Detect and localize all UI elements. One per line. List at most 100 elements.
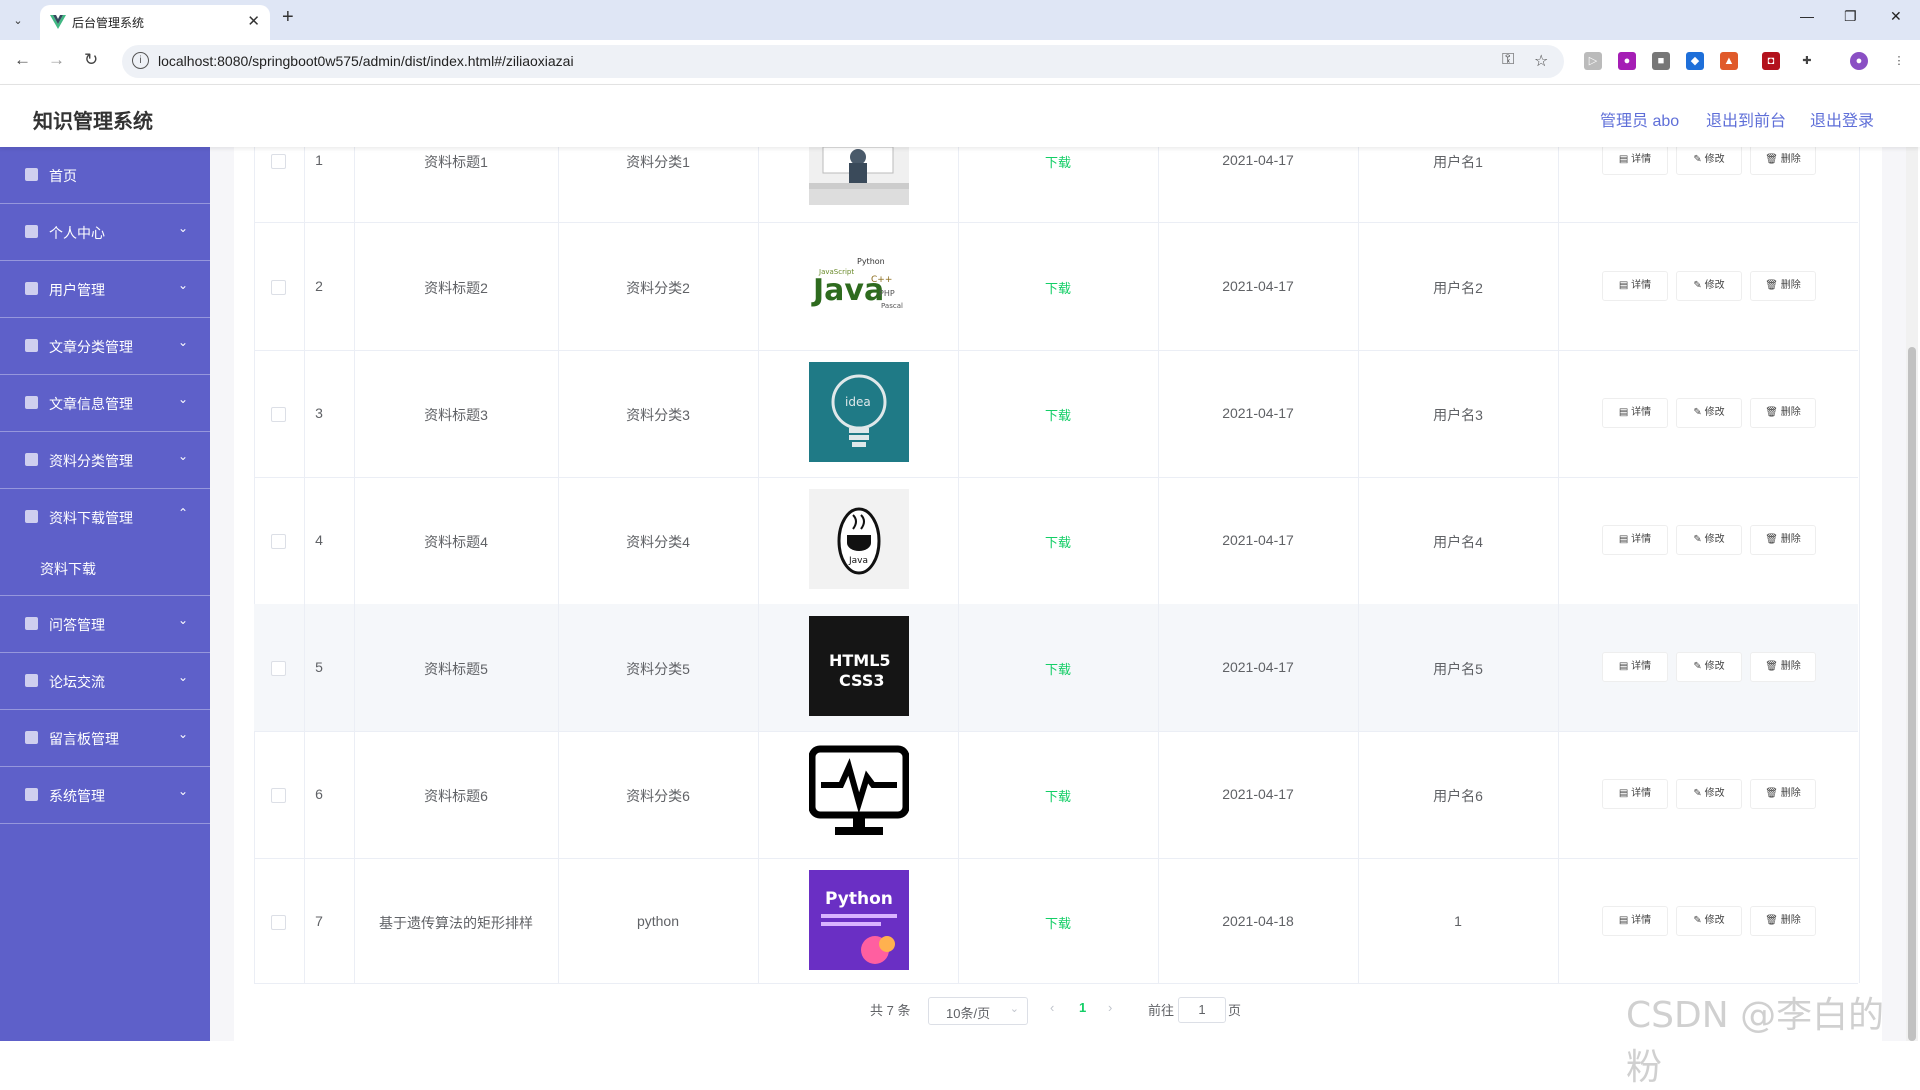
row-user: 用户名4 [1433, 534, 1483, 550]
detail-button[interactable]: ▤ 详情 [1602, 906, 1668, 936]
row-checkbox[interactable] [271, 661, 286, 676]
password-key-icon[interactable]: ⚿ [1502, 51, 1514, 69]
goto-page-input[interactable]: 1 [1178, 997, 1226, 1023]
download-link-text[interactable]: 下载 [1045, 916, 1071, 931]
edit-button[interactable]: ✎ 修改 [1676, 779, 1742, 809]
logout-link[interactable]: 退出登录 [1810, 107, 1874, 131]
extensions-puzzle-icon[interactable]: ✚ [1798, 52, 1816, 70]
download-link-text[interactable]: 下载 [1045, 789, 1071, 804]
detail-button[interactable]: ▤ 详情 [1602, 271, 1668, 301]
detail-button[interactable]: ▤ 详情 [1602, 525, 1668, 555]
sidebar-item-article-category[interactable]: 文章分类管理 ⌄ [0, 318, 210, 375]
profile-avatar-icon[interactable]: ● [1850, 52, 1868, 70]
forward-icon[interactable]: → [48, 50, 65, 70]
row-user: 用户名1 [1433, 154, 1483, 170]
sidebar-item-article-info[interactable]: 文章信息管理 ⌄ [0, 375, 210, 432]
prev-page-icon[interactable]: ‹ [1050, 1000, 1054, 1015]
row-title: 资料标题5 [424, 661, 488, 677]
delete-button-label: 删除 [1780, 280, 1801, 291]
page-size-select[interactable]: 10条/页 ⌄ [928, 997, 1028, 1025]
delete-button[interactable]: 🗑 删除 [1750, 271, 1816, 301]
current-page-number[interactable]: 1 [1079, 1000, 1086, 1015]
page-scrollbar[interactable] [1906, 147, 1918, 1041]
delete-button[interactable]: 🗑 删除 [1750, 652, 1816, 682]
detail-button[interactable]: ▤ 详情 [1602, 145, 1668, 175]
edit-button[interactable]: ✎ 修改 [1676, 398, 1742, 428]
edit-button[interactable]: ✎ 修改 [1676, 525, 1742, 555]
sidebar-item-forum[interactable]: 论坛交流 ⌄ [0, 653, 210, 710]
download-link-text[interactable]: 下载 [1045, 662, 1071, 677]
sidebar-item-home[interactable]: 首页 [0, 147, 210, 204]
tab-close-icon[interactable]: ✕ [247, 12, 260, 30]
row-checkbox[interactable] [271, 915, 286, 930]
row-checkbox[interactable] [271, 280, 286, 295]
download-link-text[interactable]: 下载 [1045, 408, 1071, 423]
download-link-text[interactable]: 下载 [1045, 155, 1071, 170]
delete-button[interactable]: 🗑 删除 [1750, 398, 1816, 428]
download-link[interactable]: 下载 [960, 913, 1156, 932]
site-info-icon[interactable]: i [132, 52, 149, 69]
download-link-text[interactable]: 下载 [1045, 281, 1071, 296]
download-link[interactable]: 下载 [960, 532, 1156, 551]
download-link-text[interactable]: 下载 [1045, 535, 1071, 550]
extension-icon-2[interactable]: ● [1618, 52, 1636, 70]
edit-button[interactable]: ✎ 修改 [1676, 652, 1742, 682]
back-icon[interactable]: ← [14, 50, 31, 70]
download-link[interactable]: 下载 [960, 659, 1156, 678]
submenu-item-download[interactable]: 资料下载 [40, 559, 96, 579]
reload-icon[interactable]: ↻ [84, 50, 98, 70]
extension-icon-4[interactable]: ◆ [1686, 52, 1704, 70]
minimize-icon[interactable]: — [1800, 8, 1814, 24]
extension-icon-3[interactable]: ■ [1652, 52, 1670, 70]
sidebar-item-personal-center[interactable]: 个人中心 ⌄ [0, 204, 210, 261]
detail-button[interactable]: ▤ 详情 [1602, 652, 1668, 682]
delete-icon: 🗑 [1765, 407, 1781, 418]
edit-button[interactable]: ✎ 修改 [1676, 145, 1742, 175]
delete-button[interactable]: 🗑 删除 [1750, 906, 1816, 936]
tab-search-icon[interactable]: ⌄ [6, 8, 30, 32]
sidebar: 首页 个人中心 ⌄ 用户管理 ⌄ 文章分类管理 ⌄ 文章信息管理 ⌄ 资料分类管… [0, 147, 210, 1041]
row-index: 2 [315, 278, 323, 294]
download-link[interactable]: 下载 [960, 405, 1156, 424]
scrollbar-thumb[interactable] [1908, 347, 1916, 1041]
delete-button[interactable]: 🗑 删除 [1750, 779, 1816, 809]
sidebar-item-qa[interactable]: 问答管理 ⌄ [0, 596, 210, 653]
admin-user-link[interactable]: 管理员 abo [1600, 107, 1679, 131]
browser-menu-icon[interactable]: ⋮ [1890, 52, 1908, 70]
restore-icon[interactable]: ❐ [1844, 8, 1857, 25]
bookmark-star-icon[interactable]: ☆ [1534, 51, 1548, 71]
window-close-icon[interactable]: ✕ [1890, 8, 1902, 25]
extension-icon-1[interactable]: ▷ [1584, 52, 1602, 70]
shield-extension-icon[interactable]: ◘ [1762, 52, 1780, 70]
edit-button[interactable]: ✎ 修改 [1676, 906, 1742, 936]
edit-button[interactable]: ✎ 修改 [1676, 271, 1742, 301]
list-icon [25, 674, 38, 687]
delete-button[interactable]: 🗑 删除 [1750, 525, 1816, 555]
new-tab-icon[interactable]: + [282, 6, 294, 29]
row-checkbox[interactable] [271, 534, 286, 549]
detail-button[interactable]: ▤ 详情 [1602, 398, 1668, 428]
delete-button[interactable]: 🗑 删除 [1750, 145, 1816, 175]
sidebar-item-material-category[interactable]: 资料分类管理 ⌄ [0, 432, 210, 489]
sidebar-item-message-board[interactable]: 留言板管理 ⌄ [0, 710, 210, 767]
browser-tab[interactable]: 后台管理系统 ✕ [40, 5, 270, 40]
row-user: 用户名5 [1433, 661, 1483, 677]
detail-button[interactable]: ▤ 详情 [1602, 779, 1668, 809]
delete-icon: 🗑 [1765, 788, 1781, 799]
download-link[interactable]: 下载 [960, 786, 1156, 805]
address-url[interactable]: localhost:8080/springboot0w575/admin/dis… [158, 53, 574, 69]
detail-icon: ▤ [1618, 534, 1632, 545]
row-checkbox[interactable] [271, 407, 286, 422]
column-divider [304, 147, 305, 983]
row-checkbox[interactable] [271, 788, 286, 803]
download-link[interactable]: 下载 [960, 278, 1156, 297]
sidebar-item-material-download[interactable]: 资料下载管理 ⌃ 资料下载 [0, 489, 210, 596]
sidebar-item-user-management[interactable]: 用户管理 ⌄ [0, 261, 210, 318]
address-bar[interactable]: i localhost:8080/springboot0w575/admin/d… [122, 45, 1564, 78]
row-checkbox[interactable] [271, 154, 286, 169]
download-link[interactable]: 下载 [960, 152, 1156, 171]
exit-to-front-link[interactable]: 退出到前台 [1706, 107, 1786, 131]
extension-icon-5[interactable]: ▲ [1720, 52, 1738, 70]
next-page-icon[interactable]: › [1108, 1000, 1112, 1015]
sidebar-item-system[interactable]: 系统管理 ⌄ [0, 767, 210, 824]
